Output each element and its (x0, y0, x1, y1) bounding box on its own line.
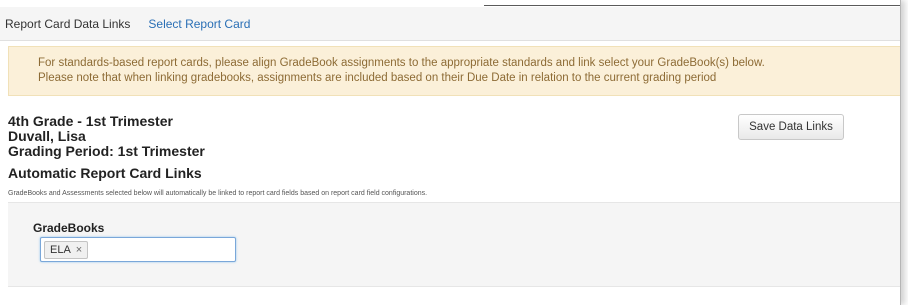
alert-line-2: Please note that when linking gradebooks… (38, 72, 717, 84)
select-report-card-link[interactable]: Select Report Card (148, 17, 250, 31)
gradebook-tag-ela: ELA × (44, 240, 89, 259)
grading-period: Grading Period: 1st Trimester (8, 143, 205, 159)
report-card-data-links-window: Report Card Data Links Select Report Car… (0, 0, 901, 305)
gradebooks-label: GradeBooks (33, 221, 105, 235)
gradebooks-multiselect-input[interactable]: ELA × (40, 237, 236, 262)
teacher-name: Duvall, Lisa (8, 128, 86, 144)
window-edge-line (484, 5, 900, 6)
automatic-links-title: Automatic Report Card Links (8, 165, 202, 181)
info-alert: For standards-based report cards, please… (8, 46, 900, 96)
automatic-links-description: GradeBooks and Assessments selected belo… (8, 190, 428, 197)
navbar-title: Report Card Data Links (5, 16, 131, 31)
save-data-links-button[interactable]: Save Data Links (738, 114, 844, 140)
class-name: 4th Grade - 1st Trimester (8, 113, 173, 129)
remove-tag-icon[interactable]: × (76, 244, 82, 256)
report-card-heading: 4th Grade - 1st Trimester Duvall, Lisa G… (8, 114, 205, 159)
gradebook-tag-label: ELA (50, 243, 71, 256)
top-navbar: Report Card Data Links Select Report Car… (0, 7, 900, 41)
alert-line-1: For standards-based report cards, please… (38, 57, 765, 69)
